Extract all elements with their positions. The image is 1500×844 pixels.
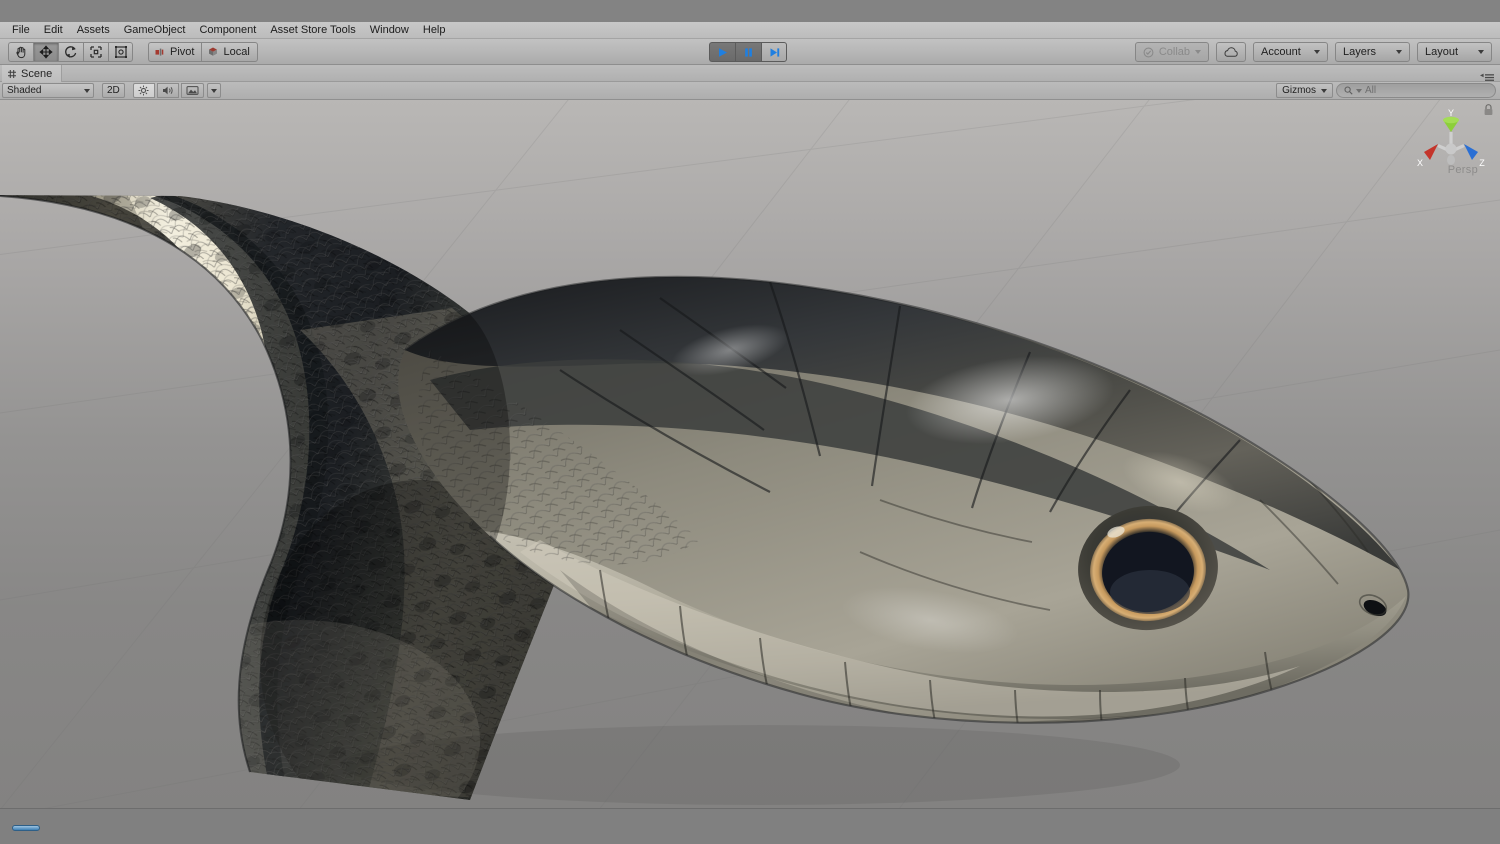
menu-item-gameobject[interactable]: GameObject xyxy=(117,22,193,38)
scene-search-input[interactable]: All xyxy=(1336,83,1496,98)
play-controls-group xyxy=(709,42,787,62)
image-effects-icon xyxy=(186,86,199,95)
toggle-effects-button[interactable] xyxy=(180,83,204,98)
account-label: Account xyxy=(1261,46,1301,58)
status-progress-indicator xyxy=(12,825,40,831)
scale-tool-button[interactable] xyxy=(83,42,108,62)
search-icon xyxy=(1344,86,1353,95)
chevron-down-icon xyxy=(1321,88,1327,93)
status-bar xyxy=(0,808,1500,844)
layers-button[interactable]: Layers xyxy=(1335,42,1410,62)
menu-item-help[interactable]: Help xyxy=(416,22,453,38)
panel-options-icon xyxy=(1480,73,1494,81)
toggle-2d-button[interactable]: 2D xyxy=(102,83,125,98)
chevron-down-icon xyxy=(1314,50,1320,54)
collab-check-icon xyxy=(1143,47,1154,57)
scene-view-toolbar: Shaded 2D Gizmos All xyxy=(0,82,1500,100)
menu-bar: File Edit Assets GameObject Component As… xyxy=(0,22,1500,39)
title-bar xyxy=(0,0,1500,22)
panel-tab-bar: Scene xyxy=(0,65,1500,82)
menu-item-file[interactable]: File xyxy=(5,22,37,38)
menu-item-asset-store-tools[interactable]: Asset Store Tools xyxy=(263,22,362,38)
tab-scene[interactable]: Scene xyxy=(2,65,63,82)
transform-tools-group xyxy=(8,42,133,62)
draw-mode-label: Shaded xyxy=(7,85,42,96)
chevron-down-icon xyxy=(1195,50,1201,54)
layout-label: Layout xyxy=(1425,46,1459,58)
local-rotation-icon xyxy=(209,47,218,56)
rotate-icon xyxy=(65,46,77,58)
step-button[interactable] xyxy=(761,42,787,62)
collab-label: Collab xyxy=(1158,46,1190,58)
main-toolbar: Pivot Local Collab Account Layers Layout xyxy=(0,39,1500,65)
chevron-down-icon xyxy=(210,88,217,93)
toggle-audio-button[interactable] xyxy=(156,83,179,98)
layout-button[interactable]: Layout xyxy=(1417,42,1492,62)
play-button[interactable] xyxy=(709,42,735,62)
rect-transform-icon xyxy=(114,46,127,58)
step-icon xyxy=(770,47,779,57)
rect-tool-button[interactable] xyxy=(108,42,133,62)
scene-toolbar-right: Gizmos All xyxy=(1276,83,1496,98)
scene-grid-icon xyxy=(8,69,16,78)
menu-item-edit[interactable]: Edit xyxy=(37,22,70,38)
scene-orientation-gizmo[interactable]: Y X Z xyxy=(1408,104,1494,194)
chevron-down-icon xyxy=(1356,88,1362,93)
account-button[interactable]: Account xyxy=(1253,42,1328,62)
tab-scene-label: Scene xyxy=(21,67,53,80)
play-icon xyxy=(719,47,727,57)
lock-icon xyxy=(1484,104,1493,115)
layers-label: Layers xyxy=(1343,46,1377,58)
cloud-services-button[interactable] xyxy=(1216,42,1246,62)
pivot-toggle-button[interactable]: Pivot xyxy=(148,42,202,62)
draw-mode-dropdown[interactable]: Shaded xyxy=(2,83,94,98)
collab-button[interactable]: Collab xyxy=(1134,42,1209,62)
gizmos-dropdown-button[interactable]: Gizmos xyxy=(1276,83,1333,98)
projection-mode-label[interactable]: Persp xyxy=(1448,164,1478,176)
menu-item-window[interactable]: Window xyxy=(363,22,416,38)
chevron-down-icon xyxy=(1396,50,1402,54)
rotate-tool-button[interactable] xyxy=(58,42,83,62)
audio-icon xyxy=(162,86,173,95)
gizmo-axis-y[interactable] xyxy=(1443,116,1459,146)
toggle-lighting-button[interactable] xyxy=(132,83,155,98)
mode-2d-label: 2D xyxy=(107,85,120,96)
snake-head xyxy=(398,276,1409,723)
scene-search-placeholder: All xyxy=(1365,85,1377,96)
lighting-icon xyxy=(138,85,149,96)
pause-icon xyxy=(745,47,752,57)
pivot-icon xyxy=(155,48,164,56)
gizmo-label-y: Y xyxy=(1448,108,1454,118)
hand-icon xyxy=(16,46,26,59)
local-label: Local xyxy=(223,46,250,58)
gizmo-label-z: Z xyxy=(1479,158,1485,168)
hand-tool-button[interactable] xyxy=(8,42,33,62)
cloud-icon xyxy=(1224,46,1238,57)
move-tool-button[interactable] xyxy=(33,42,58,62)
chevron-down-icon xyxy=(84,88,90,93)
snake-3d-model xyxy=(0,195,1410,805)
local-toggle-button[interactable]: Local xyxy=(201,42,258,62)
toolbar-right-group: Collab Account Layers Layout xyxy=(1134,42,1492,62)
menu-item-assets[interactable]: Assets xyxy=(70,22,117,38)
scene-viewport[interactable]: Y X Z Persp xyxy=(0,100,1500,808)
pivot-label: Pivot xyxy=(170,46,195,58)
effects-dropdown-button[interactable] xyxy=(206,83,221,98)
pause-button[interactable] xyxy=(735,42,761,62)
gizmos-label: Gizmos xyxy=(1282,85,1316,96)
unity-editor-window: File Edit Assets GameObject Component As… xyxy=(0,0,1500,844)
handle-options-group: Pivot Local xyxy=(148,42,258,62)
menu-item-component[interactable]: Component xyxy=(192,22,263,38)
scene-toolbar-left: Shaded 2D xyxy=(2,83,221,98)
gizmo-lock-button[interactable] xyxy=(1483,103,1494,121)
gizmo-label-x: X xyxy=(1417,158,1423,168)
move-icon xyxy=(39,45,53,59)
chevron-down-icon xyxy=(1478,50,1484,54)
scale-icon xyxy=(90,46,102,58)
